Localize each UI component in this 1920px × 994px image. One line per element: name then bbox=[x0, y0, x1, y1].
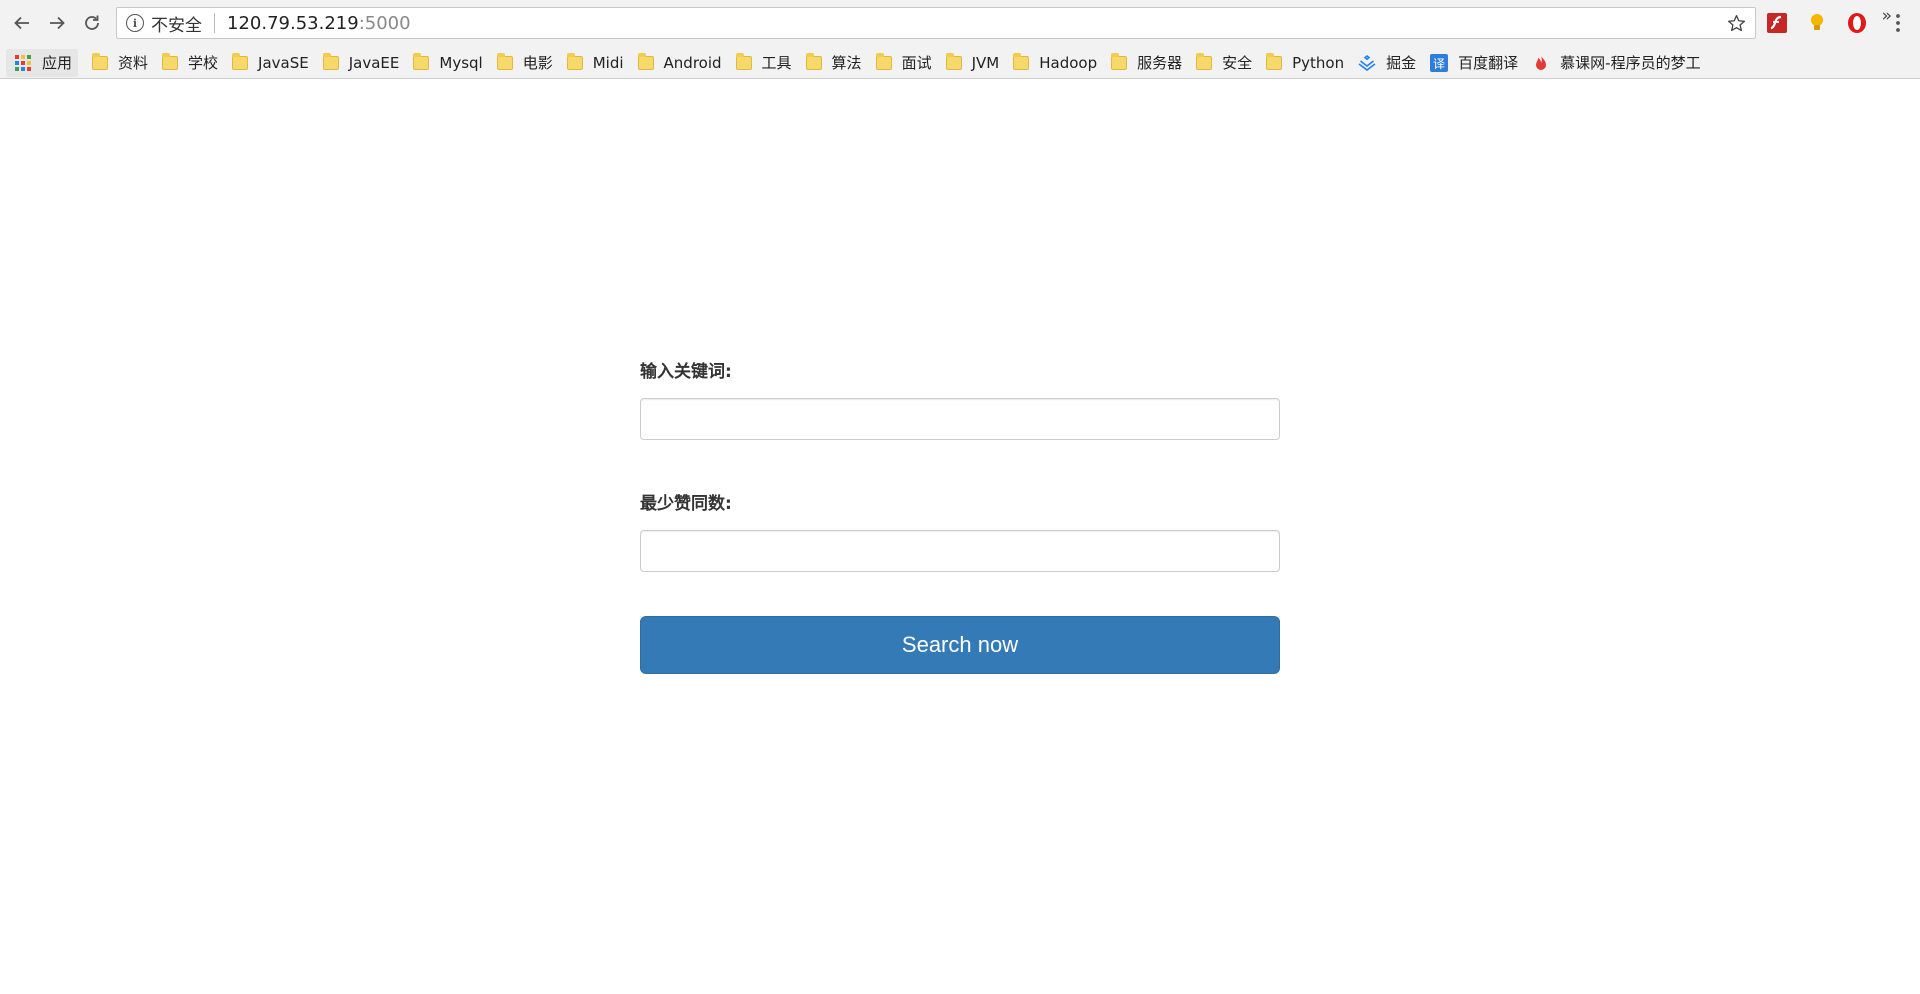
browser-toolbar: i 不安全 120.79.53.219:5000 bbox=[0, 0, 1920, 46]
bookmark-label: 工具 bbox=[761, 54, 792, 72]
folder-icon bbox=[162, 52, 179, 70]
min-votes-group: 最少赞同数: bbox=[640, 492, 1280, 572]
bookmark-item[interactable]: Android bbox=[634, 49, 726, 77]
folder-icon bbox=[413, 52, 430, 70]
bookmark-item[interactable]: 学校 bbox=[158, 49, 222, 77]
flash-extension-icon[interactable] bbox=[1765, 11, 1789, 35]
bookmark-label: 应用 bbox=[42, 54, 73, 72]
min-votes-label: 最少赞同数: bbox=[640, 494, 732, 514]
bookmark-item[interactable]: 资料 bbox=[88, 49, 152, 77]
bookmark-label: JVM bbox=[971, 53, 1000, 72]
bookmark-label: Mysql bbox=[439, 53, 483, 72]
bookmark-item[interactable]: Mysql bbox=[409, 49, 486, 77]
folder-icon bbox=[1013, 52, 1030, 70]
star-icon[interactable] bbox=[1725, 12, 1747, 34]
bookmark-label: JavaEE bbox=[348, 53, 400, 72]
bookmark-item[interactable]: JavaEE bbox=[319, 49, 404, 77]
bookmark-label: 百度翻译 bbox=[1458, 54, 1519, 72]
folder-icon bbox=[1266, 52, 1283, 70]
folder-icon bbox=[1111, 52, 1128, 70]
bookmark-item[interactable]: 应用 bbox=[6, 48, 79, 77]
folder-icon bbox=[735, 52, 752, 70]
folder-icon bbox=[637, 52, 654, 70]
bookmark-item[interactable]: JavaSE bbox=[228, 49, 313, 77]
back-arrow-icon[interactable] bbox=[9, 10, 35, 36]
search-now-button[interactable]: Search now bbox=[640, 616, 1280, 674]
bookmark-label: 资料 bbox=[118, 54, 149, 72]
bookmark-item[interactable]: 面试 bbox=[872, 49, 936, 77]
bookmark-label: 算法 bbox=[831, 54, 862, 72]
browser-chrome: i 不安全 120.79.53.219:5000 应用 资料 学校 JavaSE Jav… bbox=[0, 0, 1920, 79]
bookmark-label: 安全 bbox=[1222, 54, 1253, 72]
bookmark-item[interactable]: 工具 bbox=[732, 49, 796, 77]
bookmark-label: JavaSE bbox=[258, 53, 309, 72]
lightbulb-extension-icon[interactable] bbox=[1805, 11, 1829, 35]
search-form: 输入关键词: 最少赞同数: Search now bbox=[640, 360, 1280, 674]
bookmark-item[interactable]: 算法 bbox=[802, 49, 866, 77]
url-host[interactable]: 120.79.53.219 bbox=[227, 13, 359, 34]
folder-icon bbox=[496, 52, 513, 70]
url-port[interactable]: :5000 bbox=[359, 13, 411, 34]
folder-icon bbox=[805, 52, 822, 70]
folder-icon bbox=[232, 52, 249, 70]
bookmark-item[interactable]: 译百度翻译 bbox=[1426, 49, 1522, 77]
bookmark-label: 学校 bbox=[188, 54, 219, 72]
bookmark-label: Midi bbox=[592, 53, 624, 72]
bookmark-item[interactable]: 掘金 bbox=[1354, 49, 1420, 77]
address-divider bbox=[214, 13, 215, 33]
bookmark-label: 服务器 bbox=[1137, 54, 1183, 72]
bookmark-label: 掘金 bbox=[1386, 54, 1417, 72]
bookmark-item[interactable]: Hadoop bbox=[1009, 49, 1101, 77]
bookmark-item[interactable]: Midi bbox=[563, 49, 628, 77]
bookmark-item[interactable]: Python bbox=[1262, 49, 1348, 77]
opera-extension-icon[interactable] bbox=[1845, 11, 1869, 35]
folder-icon bbox=[92, 52, 109, 70]
bookmark-label: Android bbox=[663, 53, 722, 72]
folder-icon bbox=[1196, 52, 1213, 70]
bookmarks-overflow-button[interactable]: » bbox=[1882, 6, 1892, 26]
keyword-label: 输入关键词: bbox=[640, 362, 732, 382]
bookmark-label: 面试 bbox=[901, 54, 932, 72]
bookmark-label: Python bbox=[1292, 53, 1345, 72]
bookmarks-bar: 应用 资料 学校 JavaSE JavaEE Mysql 电影 Midi Android 工具 算法… bbox=[0, 46, 1920, 79]
bookmark-item[interactable]: 慕课网-程序员的梦工 bbox=[1528, 49, 1704, 77]
bookmark-label: 慕课网-程序员的梦工 bbox=[1560, 54, 1701, 72]
folder-icon bbox=[875, 52, 892, 70]
bookmark-item[interactable]: 安全 bbox=[1192, 49, 1256, 77]
forward-arrow-icon[interactable] bbox=[44, 10, 70, 36]
juejin-icon bbox=[1358, 54, 1376, 72]
address-bar[interactable]: i 不安全 120.79.53.219:5000 bbox=[116, 7, 1756, 39]
bookmark-item[interactable]: JVM bbox=[942, 49, 1004, 77]
reload-icon[interactable] bbox=[79, 10, 105, 36]
info-icon[interactable]: i bbox=[126, 14, 144, 32]
bookmark-label: 电影 bbox=[522, 54, 553, 72]
folder-icon bbox=[566, 52, 583, 70]
svg-text:译: 译 bbox=[1433, 57, 1445, 71]
flame-icon bbox=[1532, 54, 1550, 72]
min-votes-input[interactable] bbox=[640, 530, 1280, 572]
apps-grid-icon bbox=[14, 54, 32, 72]
keyword-input[interactable] bbox=[640, 398, 1280, 440]
bookmark-item[interactable]: 服务器 bbox=[1107, 49, 1186, 77]
security-label[interactable]: 不安全 bbox=[151, 11, 202, 36]
folder-icon bbox=[322, 52, 339, 70]
bookmark-label: Hadoop bbox=[1039, 53, 1098, 72]
bookmark-item[interactable]: 电影 bbox=[493, 49, 557, 77]
folder-icon bbox=[945, 52, 962, 70]
translate-icon: 译 bbox=[1430, 53, 1449, 72]
